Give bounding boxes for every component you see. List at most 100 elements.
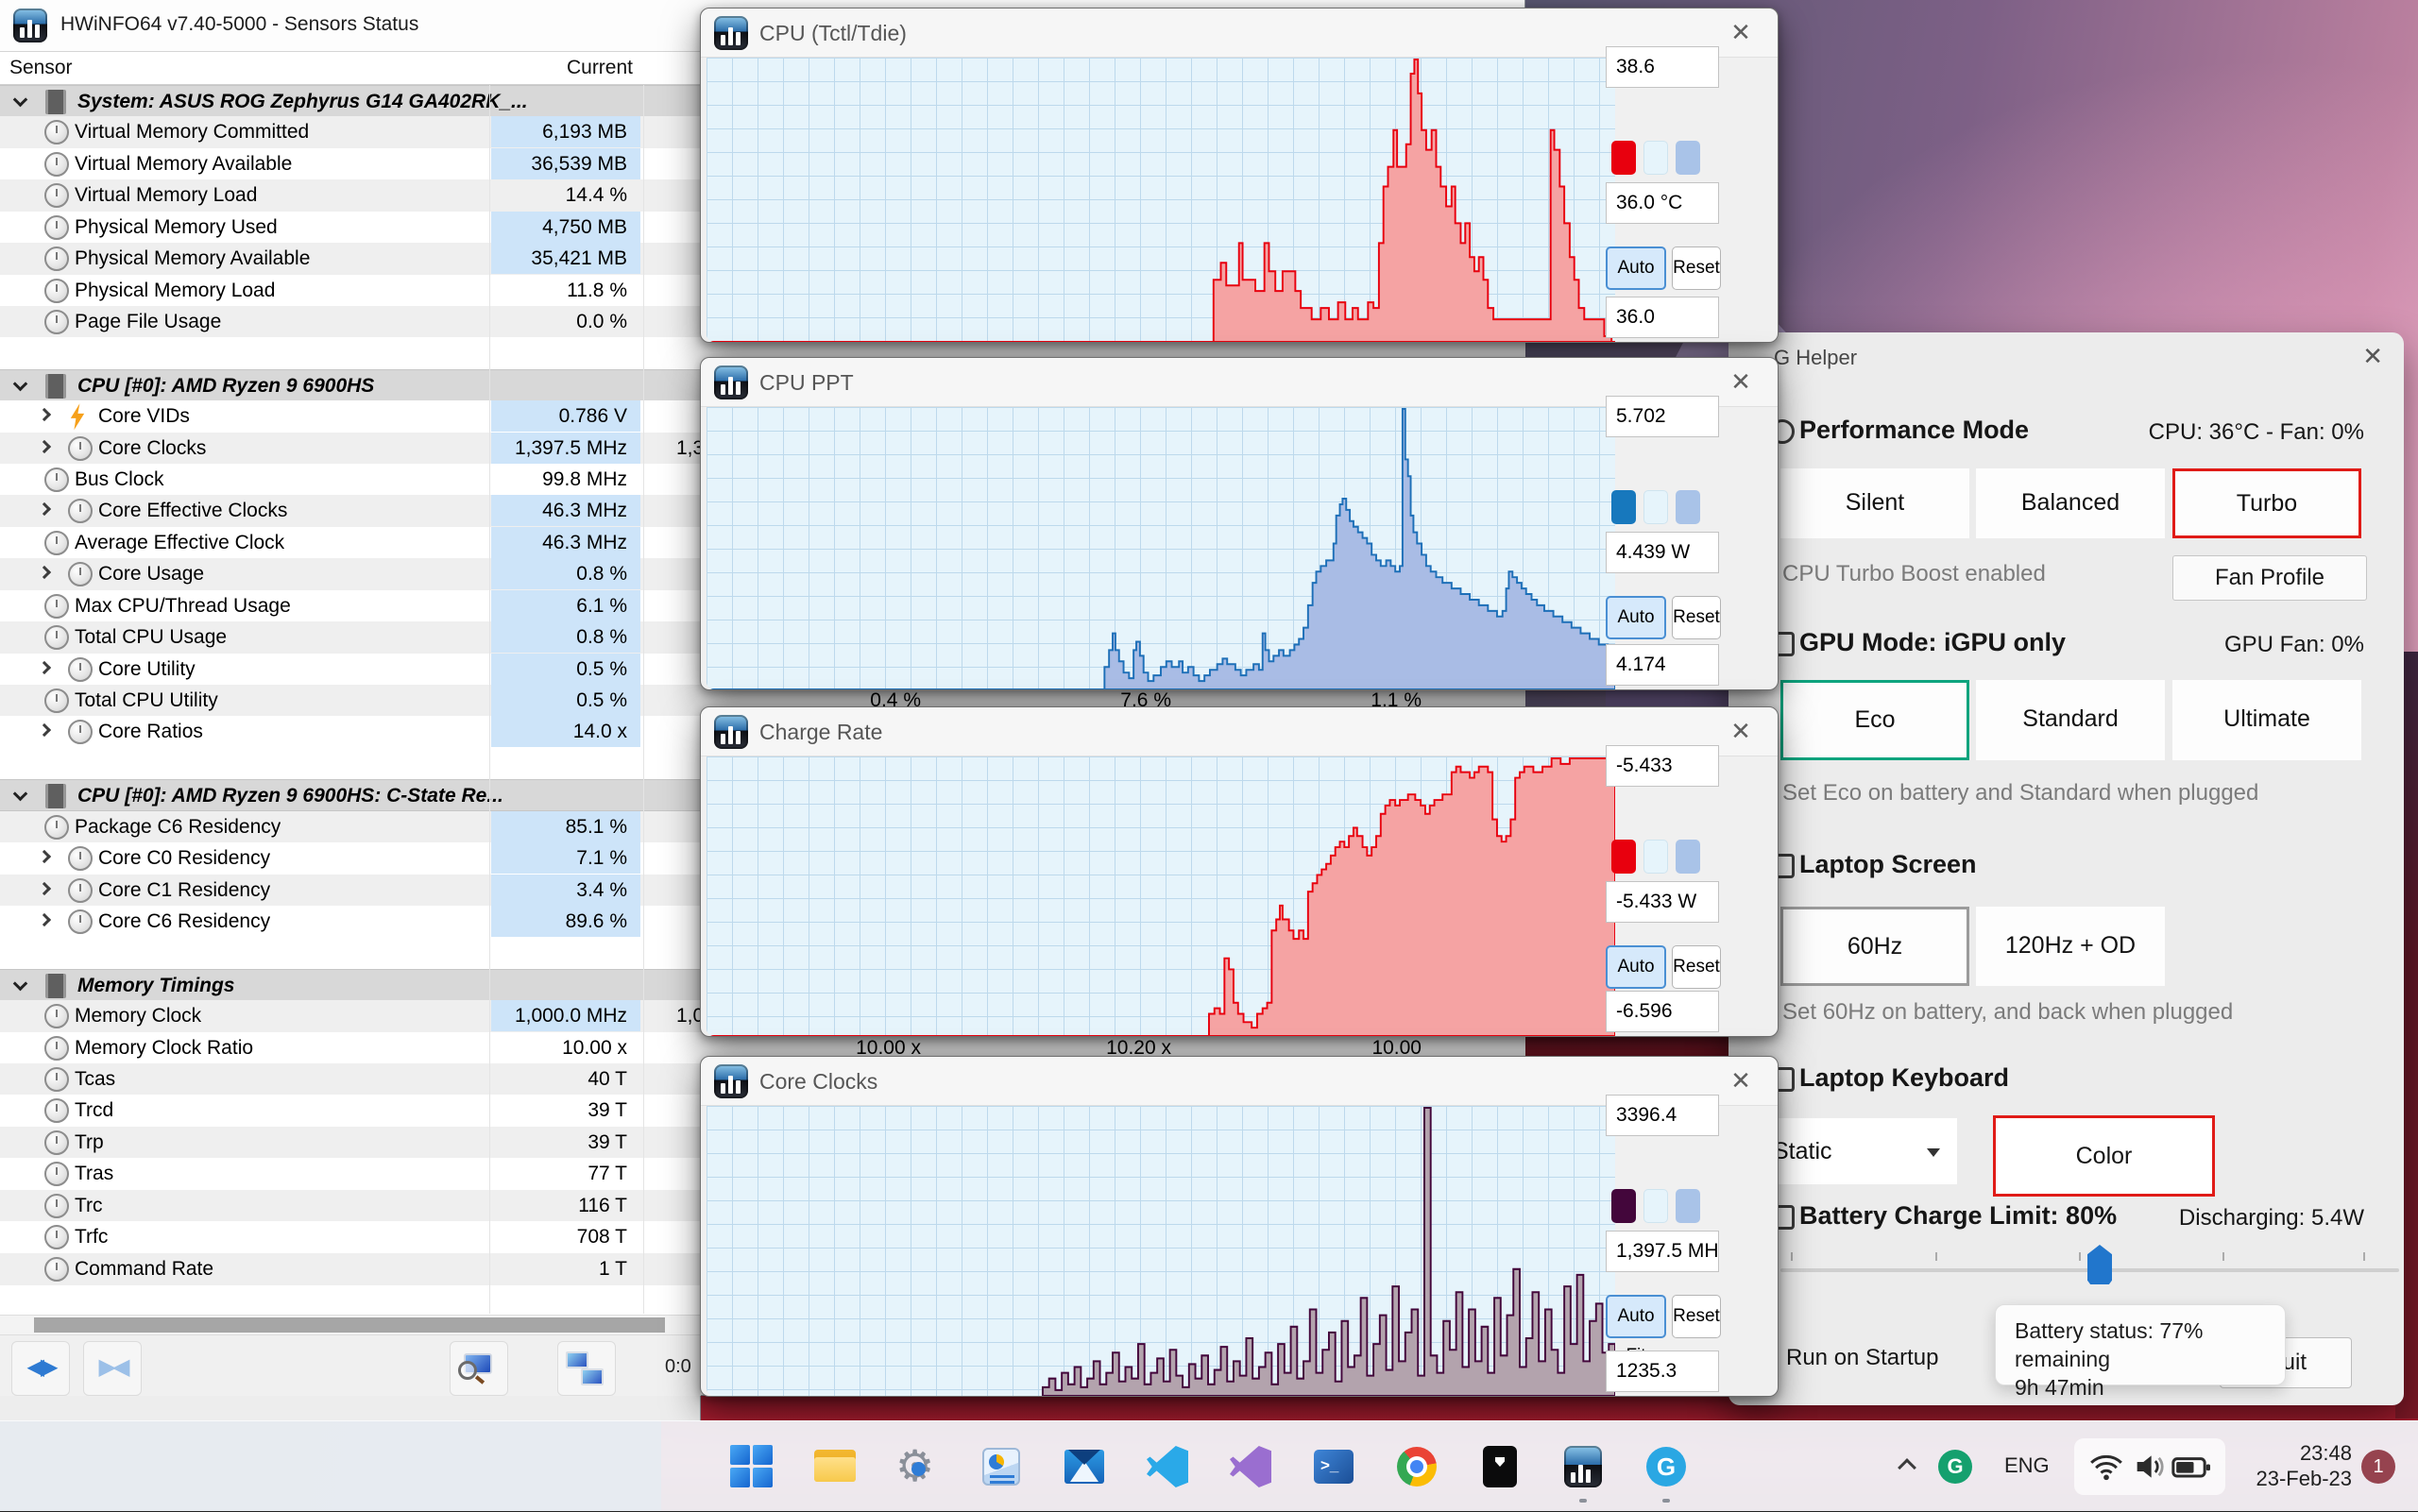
expander-chevron-icon[interactable] <box>38 660 51 673</box>
volume-icon[interactable] <box>2131 1448 2169 1486</box>
remote-monitors-button[interactable] <box>557 1341 616 1396</box>
grid-color-swatch[interactable] <box>1676 490 1700 524</box>
gpu-eco-button[interactable]: Eco <box>1780 680 1969 760</box>
taskbar-icon-start[interactable] <box>729 1444 775 1489</box>
taskbar-icon-settings[interactable]: ⚙ <box>895 1444 941 1489</box>
clock-icon <box>44 594 69 619</box>
taskbar-icon-visual-studio[interactable] <box>1228 1444 1273 1489</box>
collapse-columns-button[interactable]: ▶◀ <box>83 1341 142 1396</box>
close-icon[interactable]: ✕ <box>1725 367 1757 397</box>
keyboard-color-button[interactable]: Color <box>1993 1115 2215 1197</box>
expander-chevron-icon[interactable] <box>38 408 51 421</box>
clock-icon <box>44 1098 69 1123</box>
screen-capture-button[interactable] <box>450 1341 508 1396</box>
series-color-swatch[interactable] <box>1611 141 1636 175</box>
expander-chevron-icon[interactable] <box>38 566 51 579</box>
taskbar-icon-file-explorer[interactable] <box>812 1444 858 1489</box>
slider-handle[interactable] <box>2087 1245 2112 1284</box>
battery-status-tooltip: Battery status: 77% remaining 9h 47min <box>1995 1304 2286 1385</box>
sensor-label: Virtual Memory Load <box>75 179 257 211</box>
taskbar-icon-mail[interactable] <box>1062 1444 1107 1489</box>
auto-fit-button[interactable]: Auto Fit <box>1606 246 1666 290</box>
gpu-standard-button[interactable]: Standard <box>1976 680 2165 760</box>
charge-rate-chart <box>707 756 1615 1036</box>
taskbar-icon-chrome[interactable] <box>1394 1444 1439 1489</box>
gpu-ultimate-button[interactable]: Ultimate <box>2172 680 2361 760</box>
sensor-current-value: 77 T <box>491 1158 640 1189</box>
close-icon[interactable]: ✕ <box>1725 1066 1757 1096</box>
sensor-label: Physical Memory Available <box>75 243 310 274</box>
run-on-startup-label: Run on Startup <box>1786 1345 1938 1371</box>
series-color-swatch[interactable] <box>1611 490 1636 524</box>
reset-button[interactable]: Reset <box>1672 945 1721 989</box>
close-icon[interactable]: ✕ <box>1725 18 1757 47</box>
notification-badge[interactable]: 1 <box>2361 1450 2395 1484</box>
expander-chevron-icon[interactable] <box>38 723 51 737</box>
sensor-current-value: 708 T <box>491 1221 640 1252</box>
horizontal-scrollbar[interactable] <box>0 1315 701 1335</box>
grid-color-swatch[interactable] <box>1676 1189 1700 1223</box>
mode-turbo-button[interactable]: Turbo <box>2172 468 2361 538</box>
chevron-down-icon[interactable] <box>13 93 28 108</box>
language-indicator[interactable]: ENG <box>2004 1453 2050 1478</box>
taskbar-icon-vscode[interactable] <box>1145 1444 1190 1489</box>
fan-profile-button[interactable]: Fan Profile <box>2172 555 2367 601</box>
mode-balanced-button[interactable]: Balanced <box>1976 468 2165 538</box>
backlight-mode-dropdown[interactable]: Static <box>1752 1118 1957 1184</box>
column-current[interactable]: Current <box>491 57 633 79</box>
tray-clock[interactable]: 23:48 23-Feb-23 <box>2248 1440 2352 1491</box>
sensor-label: Tcas <box>75 1063 115 1095</box>
reset-button[interactable]: Reset <box>1672 246 1721 290</box>
chevron-down-icon[interactable] <box>13 976 28 991</box>
close-icon[interactable]: ✕ <box>1725 717 1757 746</box>
reset-button[interactable]: Reset <box>1672 596 1721 639</box>
taskbar-icon-powershell[interactable] <box>1311 1444 1356 1489</box>
sensor-group-label: System: ASUS ROG Zephyrus G14 GA402RK_..… <box>77 86 528 117</box>
series-color-swatch[interactable] <box>1611 840 1636 874</box>
chevron-down-icon[interactable] <box>13 376 28 391</box>
chevron-down-icon[interactable] <box>13 787 28 802</box>
sensor-label: Tras <box>75 1158 113 1189</box>
wifi-icon[interactable] <box>2087 1448 2125 1486</box>
column-divider <box>643 85 644 1314</box>
expand-columns-button[interactable]: ◀▶ <box>11 1341 70 1396</box>
taskbar-icon-hwinfo[interactable] <box>1560 1444 1606 1489</box>
clock-icon <box>44 183 69 208</box>
taskbar-icon-trezor[interactable] <box>1477 1444 1523 1489</box>
expander-chevron-icon[interactable] <box>38 850 51 863</box>
scrollbar-thumb[interactable] <box>34 1317 665 1333</box>
column-sensor[interactable]: Sensor <box>9 57 73 79</box>
expander-chevron-icon[interactable] <box>38 913 51 926</box>
sensor-current-value: 1,397.5 MHz <box>491 433 640 464</box>
grammarly-tray-icon[interactable]: G <box>1938 1450 1972 1484</box>
background-color-swatch[interactable] <box>1643 490 1668 524</box>
auto-fit-button[interactable]: Auto Fit <box>1606 596 1666 639</box>
screen-60hz-button[interactable]: 60Hz <box>1780 907 1969 986</box>
tray-overflow-chevron-icon[interactable] <box>1898 1458 1916 1477</box>
taskbar-icon-g-helper[interactable]: G <box>1643 1444 1689 1489</box>
background-color-swatch[interactable] <box>1643 840 1668 874</box>
tray-date: 23-Feb-23 <box>2248 1466 2352 1491</box>
expander-chevron-icon[interactable] <box>38 502 51 516</box>
expander-chevron-icon[interactable] <box>38 440 51 453</box>
clock-icon <box>68 499 93 523</box>
sensor-label: Core Clocks <box>98 433 206 464</box>
background-color-swatch[interactable] <box>1643 1189 1668 1223</box>
sensor-current-value: 99.8 MHz <box>491 464 640 495</box>
auto-fit-button[interactable]: Auto Fit <box>1606 1295 1666 1338</box>
expander-chevron-icon[interactable] <box>38 881 51 894</box>
screen-120hz-button[interactable]: 120Hz + OD <box>1976 907 2165 986</box>
reset-button[interactable]: Reset <box>1672 1295 1721 1338</box>
close-icon[interactable]: ✕ <box>2362 342 2383 371</box>
taskbar-icon-system-monitor[interactable] <box>979 1444 1024 1489</box>
hwinfo-app-icon <box>714 365 748 399</box>
battery-icon[interactable] <box>2171 1448 2212 1486</box>
mode-silent-button[interactable]: Silent <box>1780 468 1969 538</box>
hwinfo-window-footer <box>0 1396 701 1421</box>
sensor-label: Core C1 Residency <box>98 875 270 906</box>
grid-color-swatch[interactable] <box>1676 840 1700 874</box>
series-color-swatch[interactable] <box>1611 1189 1636 1223</box>
background-color-swatch[interactable] <box>1643 141 1668 175</box>
auto-fit-button[interactable]: Auto Fit <box>1606 945 1666 989</box>
grid-color-swatch[interactable] <box>1676 141 1700 175</box>
